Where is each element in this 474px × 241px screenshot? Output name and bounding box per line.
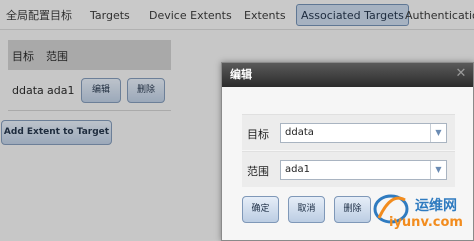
dialog-delete-button[interactable]: 删除 — [334, 196, 371, 223]
watermark: 运维网 iyunv.com — [367, 182, 474, 241]
chevron-down-icon[interactable]: ▼ — [430, 124, 446, 142]
cancel-button[interactable]: 取消 — [288, 196, 325, 223]
watermark-name: 运维网 — [415, 198, 457, 214]
chevron-down-icon[interactable]: ▼ — [430, 161, 446, 179]
dialog-title: 编辑 — [222, 63, 473, 87]
watermark-url: iyunv.com — [389, 215, 463, 230]
target-select[interactable]: ddata ▼ — [280, 123, 447, 143]
target-field-label: 目标 — [247, 128, 269, 141]
target-select-value: ddata — [285, 127, 314, 138]
close-icon[interactable]: ✕ — [454, 67, 468, 81]
ok-button[interactable]: 确定 — [242, 196, 279, 223]
extent-select-value: ada1 — [285, 164, 310, 175]
extent-field-label: 范围 — [247, 165, 269, 178]
target-field-row: 目标 ddata ▼ — [242, 114, 455, 150]
extent-select[interactable]: ada1 ▼ — [280, 160, 447, 180]
